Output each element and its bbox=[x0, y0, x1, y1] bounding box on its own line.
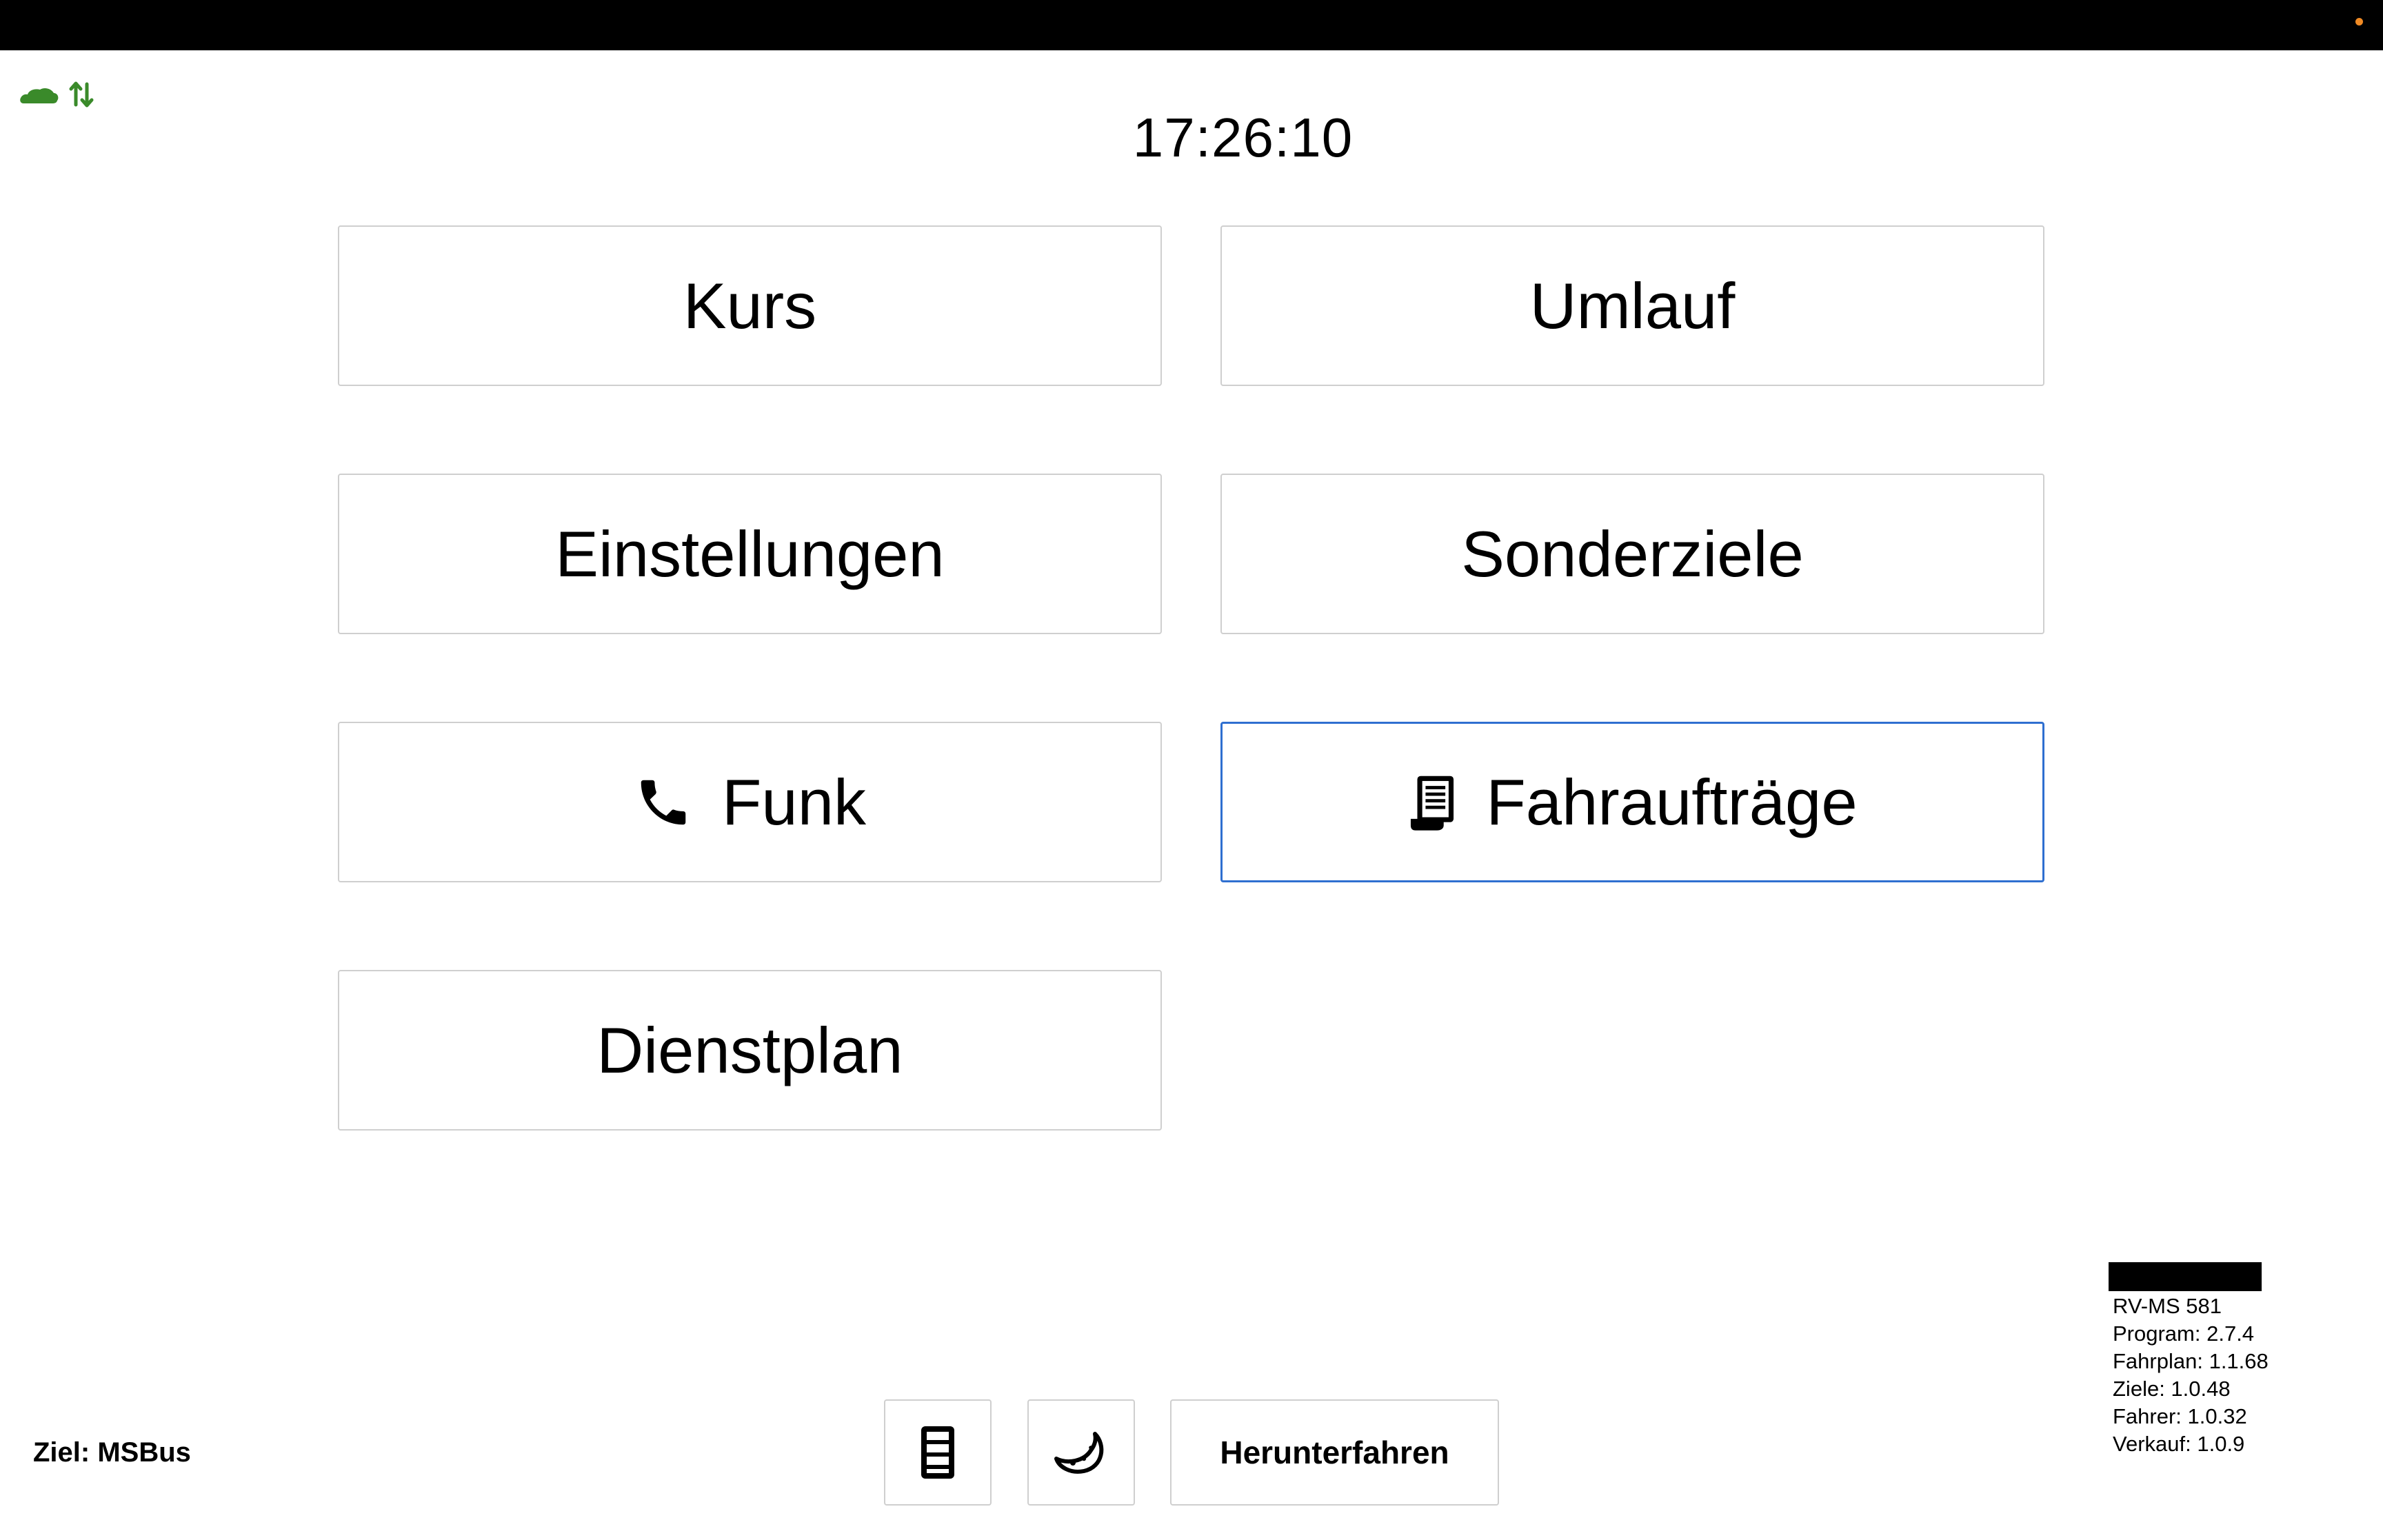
kurs-label: Kurs bbox=[683, 269, 817, 342]
fahrplan-version: Fahrplan: 1.1.68 bbox=[2113, 1349, 2269, 1373]
moon-icon bbox=[1054, 1432, 1104, 1474]
destination-label: Ziel: MSBus bbox=[33, 1437, 191, 1468]
funk-label: Funk bbox=[722, 765, 866, 838]
night-mode-button[interactable] bbox=[1027, 1399, 1135, 1506]
vehicle-id: RV-MS 581 bbox=[2113, 1294, 2222, 1318]
umlauf-button[interactable]: Umlauf bbox=[1220, 225, 2044, 386]
program-version: Program: 2.7.4 bbox=[2113, 1321, 2255, 1346]
fahrer-version: Fahrer: 1.0.32 bbox=[2113, 1404, 2247, 1428]
system-status-bar bbox=[0, 0, 2383, 50]
dienstplan-label: Dienstplan bbox=[596, 1013, 903, 1086]
fahrauftraege-button[interactable]: Fahraufträge bbox=[1220, 722, 2044, 882]
document-icon bbox=[1411, 776, 1454, 831]
fahrauftraege-label: Fahraufträge bbox=[1486, 765, 1858, 838]
kurs-button[interactable]: Kurs bbox=[338, 225, 1162, 386]
up-down-arrows-icon bbox=[69, 81, 94, 108]
einstellungen-label: Einstellungen bbox=[555, 517, 945, 590]
verkauf-version: Verkauf: 1.0.9 bbox=[2113, 1432, 2245, 1456]
funk-button[interactable]: Funk bbox=[338, 722, 1162, 882]
sonderziele-button[interactable]: Sonderziele bbox=[1220, 474, 2044, 634]
dienstplan-button[interactable]: Dienstplan bbox=[338, 970, 1162, 1131]
notification-dot bbox=[2355, 18, 2363, 26]
device-button[interactable] bbox=[884, 1399, 992, 1506]
sonderziele-label: Sonderziele bbox=[1461, 517, 1804, 590]
ziele-version: Ziele: 1.0.48 bbox=[2113, 1377, 2231, 1401]
device-icon bbox=[921, 1426, 954, 1479]
shutdown-label: Herunterfahren bbox=[1220, 1435, 1449, 1470]
version-info: RV-MS 581 Program: 2.7.4 Fahrplan: 1.1.6… bbox=[2113, 1293, 2320, 1458]
einstellungen-button[interactable]: Einstellungen bbox=[338, 474, 1162, 634]
umlauf-label: Umlauf bbox=[1529, 269, 1736, 342]
phone-icon bbox=[641, 780, 686, 824]
redacted-bar bbox=[2109, 1262, 2262, 1291]
clock: 17:26:10 bbox=[1132, 107, 1354, 168]
connection-status bbox=[19, 77, 102, 112]
shutdown-button[interactable]: Herunterfahren bbox=[1170, 1399, 1499, 1506]
